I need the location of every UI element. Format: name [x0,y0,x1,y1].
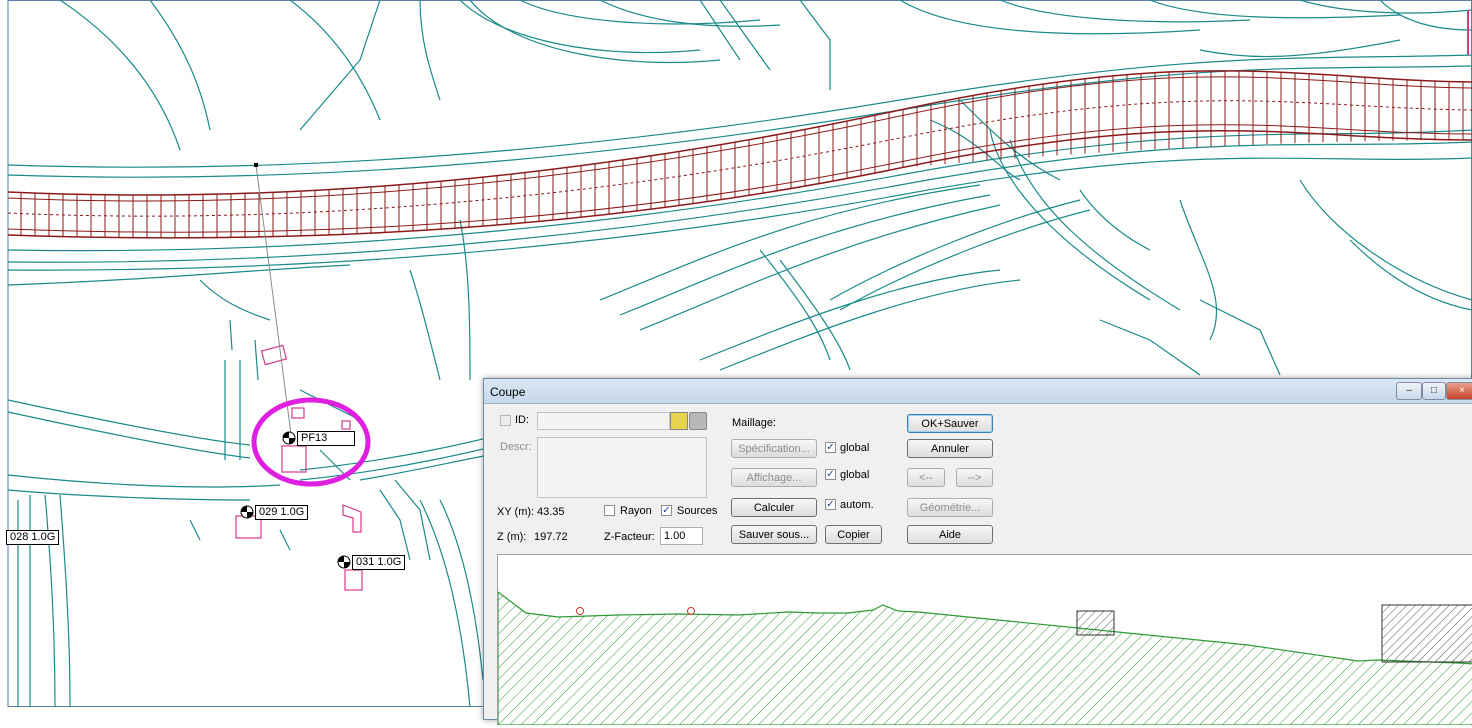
profile-view[interactable] [497,554,1472,726]
global2-label: global [840,469,870,481]
previous-button[interactable]: <-- [907,468,945,487]
building-section-1 [1076,610,1115,636]
rayon-checkbox[interactable] [604,505,615,516]
receiver-label-028[interactable]: 028 1.0G [6,530,60,545]
zfacteur-label: Z-Facteur: [604,531,655,543]
global2-checkbox[interactable]: ✓ [825,469,836,480]
receiver-029-icon [240,505,254,519]
global1-checkbox[interactable]: ✓ [825,442,836,453]
terrain-profile [497,590,1472,726]
close-button[interactable]: × [1446,382,1472,400]
descr-field[interactable] [537,437,707,498]
bridge-deck [7,70,1472,239]
autom-label: autom. [840,499,874,511]
receiver-label-029[interactable]: 029 1.0G [255,505,309,520]
autom-checkbox[interactable]: ✓ [825,499,836,510]
maximize-button[interactable]: □ [1422,382,1446,400]
coupe-dialog[interactable]: Coupe – □ × ID: Descr: XY (m): 43.35 Z (… [483,378,1472,726]
id-label: ID: [515,414,530,426]
specification-button[interactable]: Spécification... [731,439,817,458]
sources-label: Sources [677,505,718,517]
zfacteur-field[interactable]: 1.00 [660,527,703,545]
affichage-button[interactable]: Affichage... [731,468,817,487]
id-picker-icon[interactable] [670,412,688,430]
building-section-2 [1381,604,1472,663]
receiver-label-pf13[interactable]: PF13 [297,431,355,446]
global1-label: global [840,442,870,454]
xy-value: 43.35 [537,506,565,518]
dialog-titlebar[interactable]: Coupe – □ × [484,379,1472,404]
id-checkbox[interactable] [500,415,511,426]
buildings [235,344,363,591]
receiver-label-031[interactable]: 031 1.0G [352,555,406,570]
next-button[interactable]: --> [956,468,993,487]
calculer-button[interactable]: Calculer [731,498,817,517]
xy-label: XY (m): [497,506,535,518]
minimize-button[interactable]: – [1396,382,1422,400]
sources-checkbox[interactable]: ✓ [661,505,672,516]
rayon-label: Rayon [620,505,652,517]
z-value: 197.72 [534,531,568,543]
receiver-pf13-icon [282,431,296,445]
source-marker-1 [576,607,584,615]
annuler-button[interactable]: Annuler [907,439,993,458]
source-marker-2 [687,607,695,615]
sauver-sous-button[interactable]: Sauver sous... [731,525,817,544]
ok-sauver-button[interactable]: OK+Sauver [907,414,993,433]
receiver-031-icon [337,555,351,569]
copier-button[interactable]: Copier [825,525,882,544]
dialog-title: Coupe [490,385,526,399]
id-info-icon[interactable] [689,412,707,430]
geometrie-button[interactable]: Géométrie... [907,498,993,517]
maillage-label: Maillage: [732,417,777,429]
id-field[interactable] [537,412,670,430]
aide-button[interactable]: Aide [907,525,993,544]
z-label: Z (m): [497,531,527,543]
descr-label: Descr: [500,441,532,453]
